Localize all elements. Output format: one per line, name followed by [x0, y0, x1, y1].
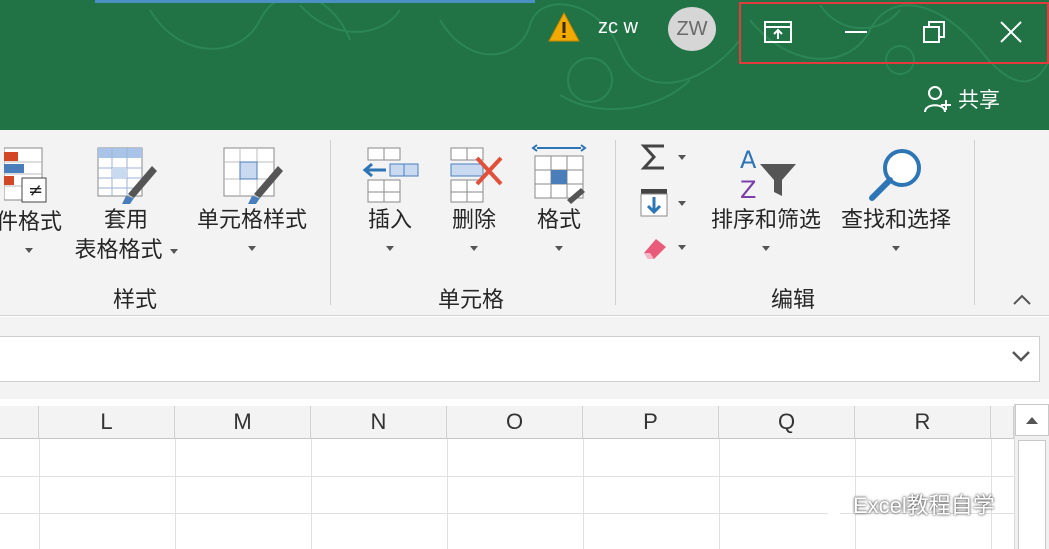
row-gridline	[0, 476, 1014, 477]
conditional-formatting-icon: ≠	[4, 147, 47, 203]
chevron-down-icon	[678, 244, 686, 250]
column-gridline	[175, 439, 176, 549]
column-gridline	[447, 439, 448, 549]
svg-text:Z: Z	[740, 176, 756, 204]
group-separator	[974, 140, 975, 305]
chevron-down-icon	[762, 246, 770, 251]
ribbon: ≠ 件格式 套用 表格格式 单元格样式 样式 插入 删除 格式 单元格 A Z …	[0, 130, 1049, 316]
column-gridline	[583, 439, 584, 549]
search-icon	[869, 149, 921, 201]
title-bar: zc w ZW 共享	[0, 0, 1049, 130]
group-label-editing: 编辑	[771, 288, 816, 313]
formula-input[interactable]	[0, 336, 1040, 382]
chevron-down-icon	[169, 248, 178, 254]
arrow-up-icon	[1026, 417, 1038, 424]
cell-styles-icon	[223, 147, 283, 204]
sort-filter-button[interactable]: A Z 排序和筛选	[703, 144, 829, 251]
find-select-button[interactable]: 查找和选择	[833, 144, 959, 251]
sort-filter-icon: A Z	[740, 146, 796, 204]
scrollbar-thumb[interactable]	[1018, 440, 1046, 549]
cell-styles-button[interactable]: 单元格样式	[189, 144, 315, 251]
column-header-P[interactable]: P	[583, 406, 719, 439]
chevron-down-icon	[386, 246, 394, 251]
chevron-down-icon	[892, 246, 900, 251]
svg-text:A: A	[740, 146, 757, 174]
column-header-M[interactable]: M	[175, 406, 311, 439]
share-button[interactable]: 共享	[922, 84, 1000, 114]
delete-cells-button[interactable]: 删除	[438, 144, 510, 251]
group-label-cells: 单元格	[438, 288, 505, 313]
close-icon	[1000, 21, 1022, 43]
vertical-scrollbar[interactable]	[1014, 404, 1049, 549]
watermark: Excel教程自学	[815, 488, 995, 520]
minimize-button[interactable]	[826, 10, 886, 54]
warning-icon[interactable]	[548, 11, 580, 43]
chevron-down-icon	[25, 248, 33, 253]
chevron-down-icon	[678, 154, 686, 160]
chevron-down-icon	[248, 246, 256, 251]
autosum-icon	[640, 144, 664, 170]
conditional-formatting-label: 件格式	[0, 210, 62, 235]
worksheet-grid[interactable]: L M N O P Q R	[0, 399, 1049, 549]
chevron-down-icon	[555, 246, 563, 251]
user-name[interactable]: zc w	[598, 16, 638, 39]
scroll-up-button[interactable]	[1015, 404, 1049, 436]
column-header-partial[interactable]	[0, 406, 39, 439]
format-as-table-icon	[97, 147, 157, 204]
column-gridline	[39, 439, 40, 549]
fill-button[interactable]	[640, 188, 686, 218]
column-header-N[interactable]: N	[311, 406, 447, 439]
share-label: 共享	[958, 88, 1000, 112]
fill-down-icon	[640, 189, 668, 217]
close-button[interactable]	[981, 10, 1041, 54]
column-header-partial[interactable]	[991, 406, 1014, 439]
format-as-table-button[interactable]: 套用 表格格式	[62, 144, 190, 266]
cell-styles-label: 单元格样式	[196, 208, 307, 233]
collapse-ribbon-icon[interactable]	[1012, 293, 1032, 307]
person-add-icon	[924, 86, 951, 113]
ribbon-display-options-button[interactable]	[748, 10, 808, 54]
group-separator	[615, 140, 616, 305]
format-cells-button[interactable]: 格式	[523, 144, 595, 251]
sort-filter-label: 排序和筛选	[710, 208, 821, 233]
chevron-down-icon[interactable]	[1011, 349, 1031, 363]
minimize-icon	[845, 31, 867, 33]
insert-label: 插入	[367, 208, 412, 233]
column-header-Q[interactable]: Q	[719, 406, 855, 439]
delete-cells-icon	[450, 147, 503, 203]
group-separator	[330, 140, 331, 305]
format-label: 格式	[536, 208, 581, 233]
format-cells-icon	[531, 144, 587, 204]
group-label-styles: 样式	[113, 288, 158, 313]
chevron-down-icon	[470, 246, 478, 251]
format-as-table-label-line1: 套用	[103, 208, 148, 233]
clear-button[interactable]	[640, 233, 686, 261]
window-controls-highlight	[739, 2, 1049, 64]
chevron-down-icon	[678, 200, 686, 206]
delete-label: 删除	[451, 208, 496, 233]
column-gridline	[311, 439, 312, 549]
eraser-icon	[644, 239, 666, 259]
svg-text:≠: ≠	[28, 180, 43, 201]
column-gridline	[719, 439, 720, 549]
column-header-R[interactable]: R	[855, 406, 991, 439]
conditional-formatting-button[interactable]: ≠ 件格式	[0, 144, 64, 253]
title-bar-accent-line	[95, 0, 535, 3]
ribbon-display-icon	[764, 21, 792, 43]
formula-bar-area	[0, 317, 1049, 399]
column-header-O[interactable]: O	[447, 406, 583, 439]
wechat-icon	[815, 492, 844, 515]
column-header-L[interactable]: L	[39, 406, 175, 439]
format-as-table-label-line2: 表格格式	[74, 236, 178, 266]
autosum-button[interactable]	[640, 142, 686, 172]
restore-icon	[923, 21, 945, 43]
insert-cells-button[interactable]: 插入	[355, 144, 425, 251]
insert-cells-icon	[362, 147, 419, 203]
avatar[interactable]: ZW	[668, 7, 716, 51]
find-select-label: 查找和选择	[840, 208, 951, 233]
watermark-text: Excel教程自学	[853, 493, 995, 518]
restore-button[interactable]	[904, 10, 964, 54]
